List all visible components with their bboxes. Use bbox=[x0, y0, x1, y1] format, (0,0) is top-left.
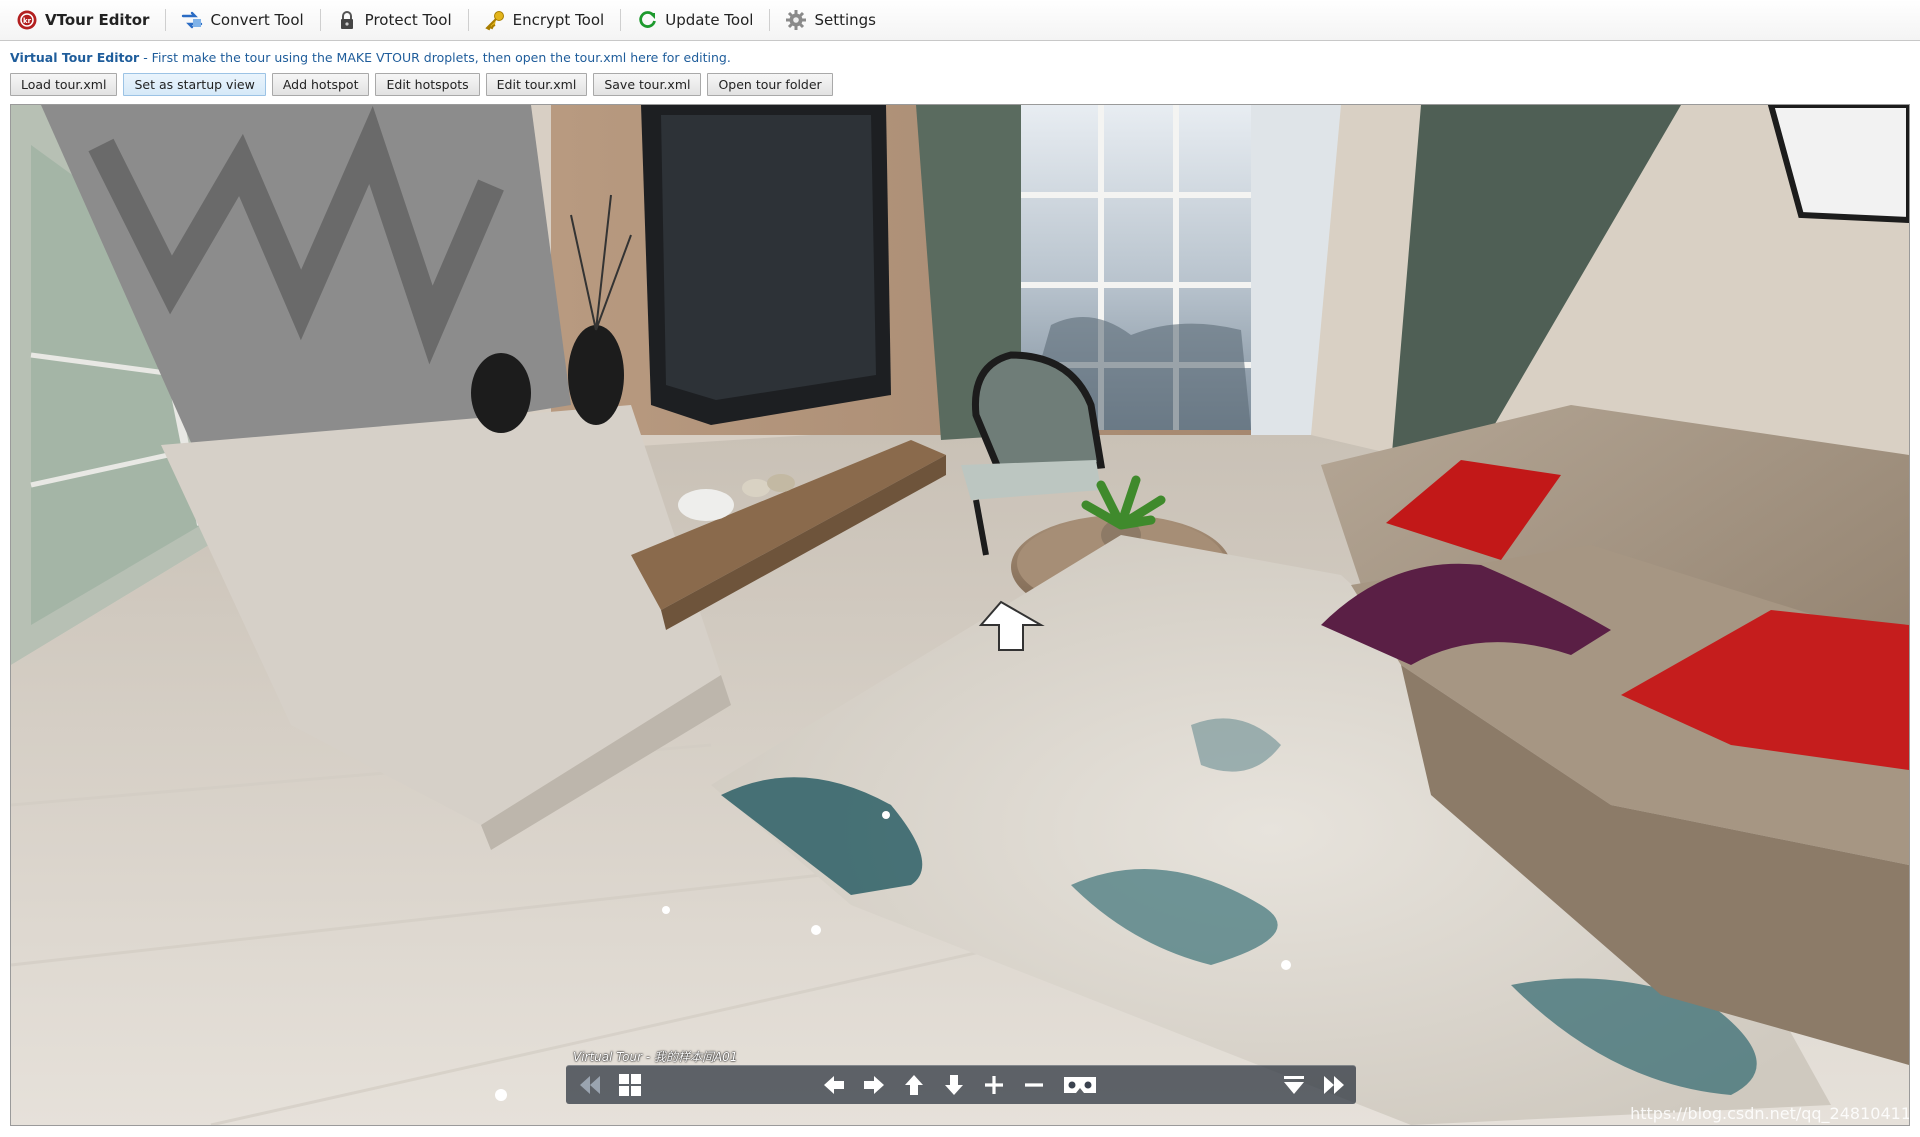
zoom-in-button[interactable] bbox=[978, 1069, 1010, 1101]
zoom-out-button[interactable] bbox=[1018, 1069, 1050, 1101]
prev-scene-button[interactable] bbox=[574, 1069, 606, 1101]
prev-scene-icon bbox=[580, 1076, 600, 1094]
hide-controls-button[interactable] bbox=[1278, 1069, 1310, 1101]
tab-vtour-editor[interactable]: kr VTour Editor bbox=[0, 0, 165, 40]
vr-mode-button[interactable] bbox=[1060, 1069, 1100, 1101]
thumbnails-icon bbox=[619, 1074, 641, 1096]
lock-icon bbox=[336, 9, 358, 31]
tab-update-tool[interactable]: Update Tool bbox=[620, 0, 769, 40]
editor-title: Virtual Tour Editor bbox=[10, 50, 140, 65]
next-scene-button[interactable] bbox=[1318, 1069, 1350, 1101]
tool-tab-bar: kr VTour Editor Convert Tool Protect Too… bbox=[0, 0, 1920, 41]
panorama-viewer[interactable]: Virtual Tour - 我的样本间A01 https://blog.csd… bbox=[10, 104, 1910, 1126]
vr-goggles-icon bbox=[1064, 1077, 1096, 1093]
next-scene-icon bbox=[1324, 1076, 1344, 1094]
gear-icon bbox=[785, 9, 807, 31]
arrow-up-icon bbox=[905, 1075, 923, 1095]
tab-settings[interactable]: Settings bbox=[769, 0, 892, 40]
tab-convert-tool[interactable]: Convert Tool bbox=[165, 0, 319, 40]
open-tour-folder-button[interactable]: Open tour folder bbox=[707, 73, 833, 96]
tour-control-bar bbox=[566, 1065, 1356, 1104]
pan-up-button[interactable] bbox=[898, 1069, 930, 1101]
thumbnails-button[interactable] bbox=[614, 1069, 646, 1101]
hide-bar-icon bbox=[1284, 1076, 1304, 1094]
zoom-out-icon bbox=[1025, 1083, 1043, 1087]
tab-label: Update Tool bbox=[665, 11, 754, 29]
tab-label: Convert Tool bbox=[210, 11, 304, 29]
save-tour-button[interactable]: Save tour.xml bbox=[593, 73, 702, 96]
add-hotspot-button[interactable]: Add hotspot bbox=[271, 73, 370, 96]
watermark-text: https://blog.csdn.net/qq_24810411 bbox=[1630, 1104, 1910, 1123]
load-tour-button[interactable]: Load tour.xml bbox=[10, 73, 118, 96]
editor-info-line: Virtual Tour Editor - First make the tou… bbox=[10, 50, 731, 65]
vtour-editor-icon: kr bbox=[16, 9, 38, 31]
scene-title: Virtual Tour - 我的样本间A01 bbox=[573, 1050, 738, 1064]
zoom-in-icon bbox=[985, 1076, 1003, 1094]
tab-encrypt-tool[interactable]: Encrypt Tool bbox=[467, 0, 621, 40]
edit-hotspots-button[interactable]: Edit hotspots bbox=[375, 73, 480, 96]
pan-left-button[interactable] bbox=[818, 1069, 850, 1101]
convert-icon bbox=[181, 9, 203, 31]
editor-toolbar: Load tour.xml Set as startup view Add ho… bbox=[10, 73, 833, 96]
tab-protect-tool[interactable]: Protect Tool bbox=[319, 0, 468, 40]
svg-text:kr: kr bbox=[23, 17, 32, 25]
tab-label: Encrypt Tool bbox=[512, 11, 605, 29]
arrow-right-icon bbox=[864, 1076, 884, 1094]
arrow-left-icon bbox=[824, 1076, 844, 1094]
tab-label: Protect Tool bbox=[364, 11, 452, 29]
refresh-icon bbox=[636, 9, 658, 31]
tab-label: Settings bbox=[814, 11, 876, 29]
key-icon bbox=[484, 9, 506, 31]
pan-down-button[interactable] bbox=[938, 1069, 970, 1101]
editor-hint: - First make the tour using the MAKE VTO… bbox=[139, 50, 731, 65]
panorama-scene bbox=[11, 105, 1909, 1125]
set-startup-view-button[interactable]: Set as startup view bbox=[123, 73, 266, 96]
tab-label: VTour Editor bbox=[45, 11, 150, 29]
pan-right-button[interactable] bbox=[858, 1069, 890, 1101]
arrow-down-icon bbox=[945, 1075, 963, 1095]
edit-tour-xml-button[interactable]: Edit tour.xml bbox=[485, 73, 588, 96]
